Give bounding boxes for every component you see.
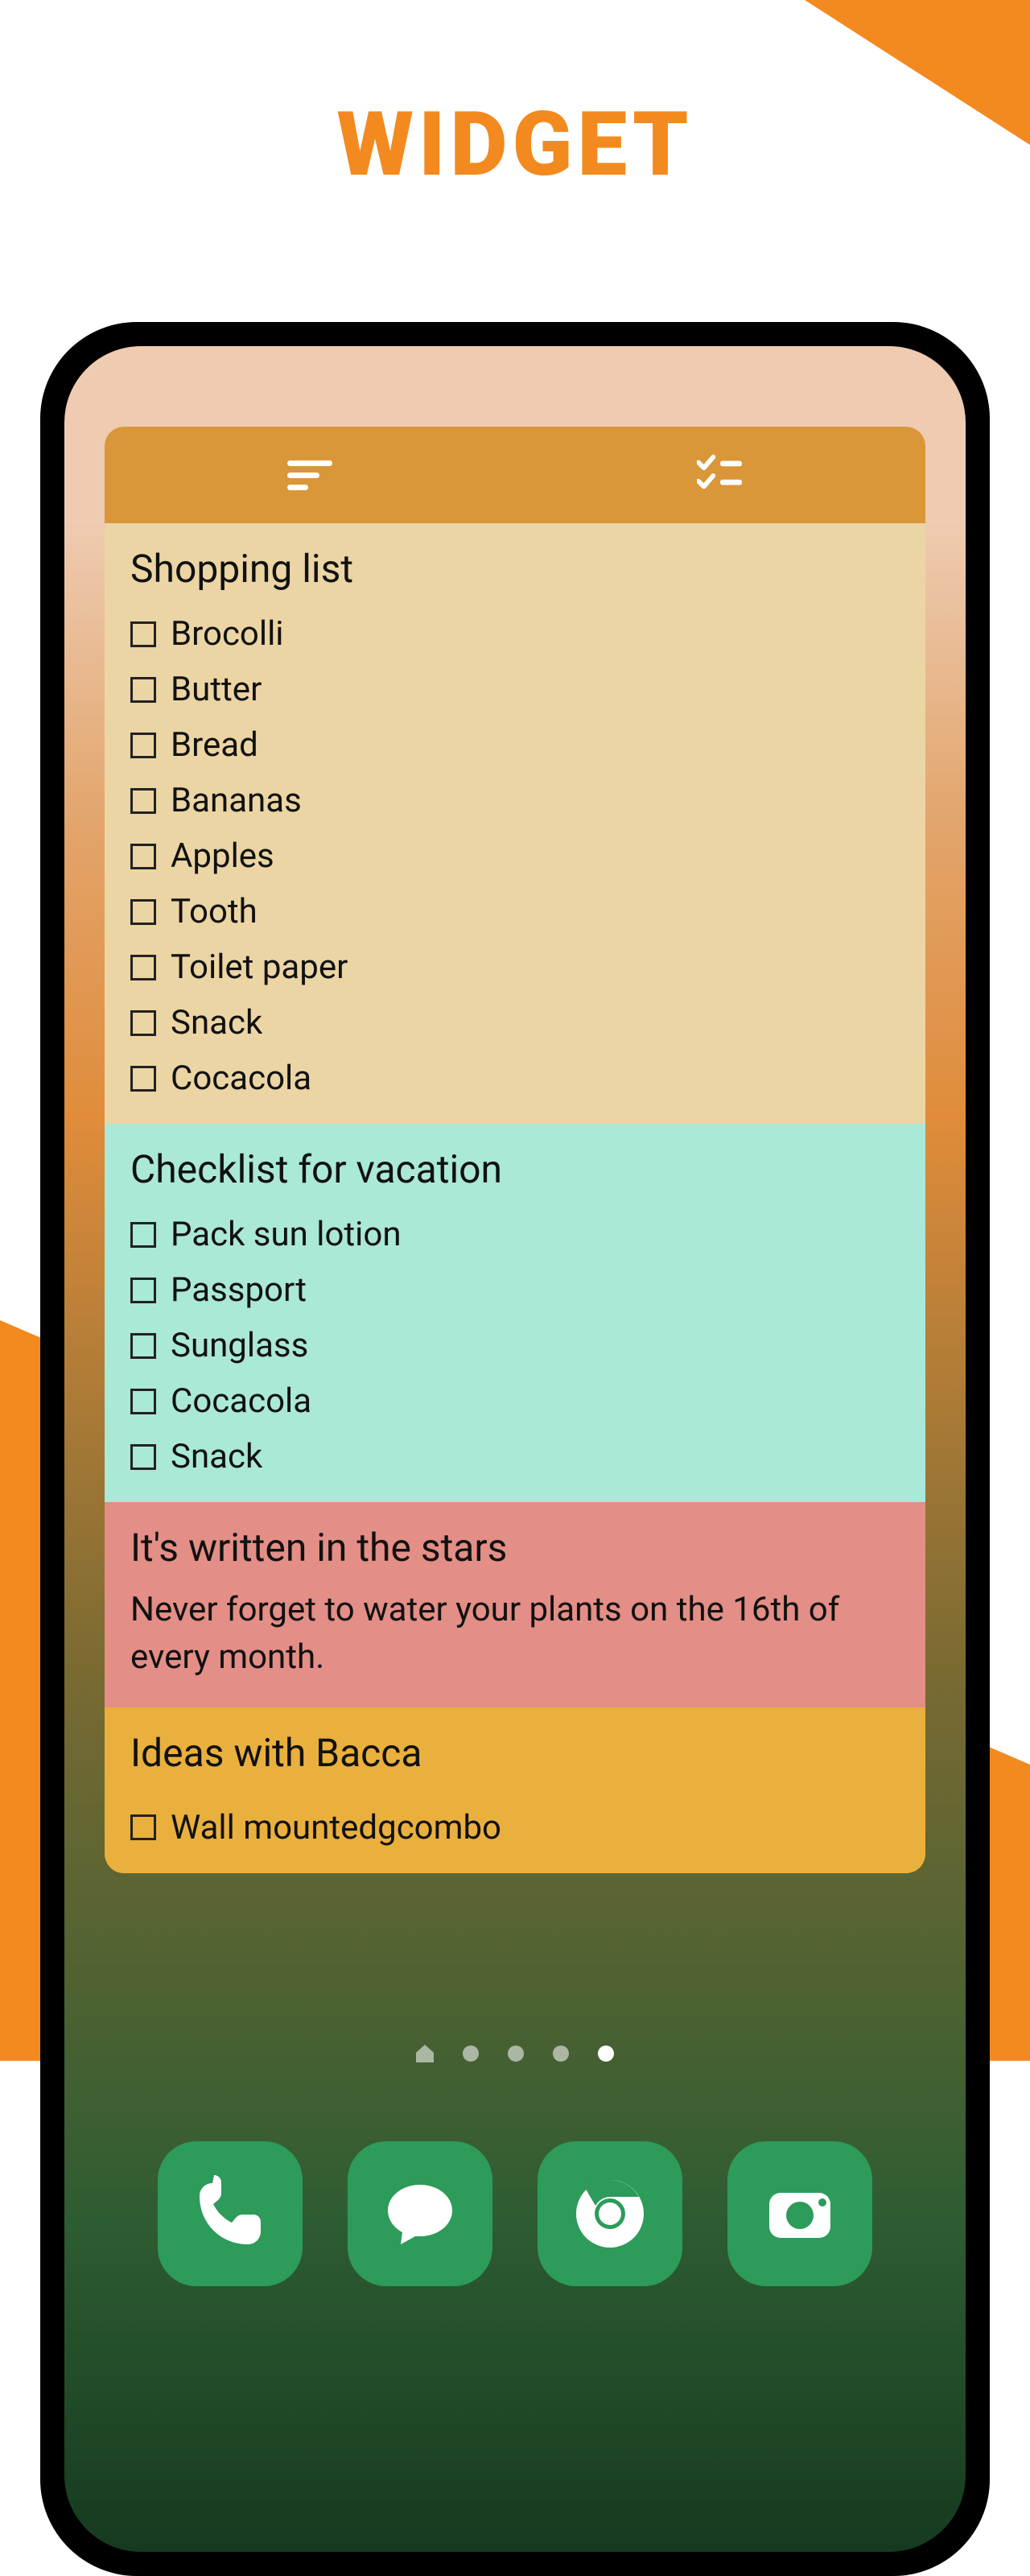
item-label: Sunglass [171,1326,308,1365]
checkbox-icon[interactable] [130,1333,156,1359]
item-label: Wall mountedgcombo [171,1808,501,1847]
check-item[interactable]: Apples [130,836,900,876]
home-page-indicator[interactable] [416,2045,614,2062]
chrome-icon [570,2174,650,2254]
notes-widget[interactable]: Shopping list Brocolli Butter Bread Bana… [105,427,925,1873]
item-label: Tooth [171,892,258,931]
checkbox-icon[interactable] [130,733,156,758]
item-label: Butter [171,670,262,709]
page-dot[interactable] [553,2046,569,2062]
note-title: It's written in the stars [130,1525,900,1571]
check-item[interactable]: Pack sun lotion [130,1215,900,1254]
checkbox-icon[interactable] [130,1278,156,1303]
check-item[interactable]: Toilet paper [130,947,900,987]
check-item[interactable]: Sunglass [130,1326,900,1365]
checkbox-icon[interactable] [130,1814,156,1840]
checkbox-icon[interactable] [130,955,156,980]
checkbox-icon[interactable] [130,1222,156,1248]
item-label: Cocacola [171,1059,311,1098]
checkbox-icon[interactable] [130,1066,156,1092]
note-title: Ideas with Bacca [130,1730,900,1776]
note-title: Checklist for vacation [130,1146,900,1192]
dock-app-messages[interactable] [348,2141,492,2286]
note-written-in-stars[interactable]: It's written in the stars Never forget t… [105,1502,925,1707]
dock-app-chrome[interactable] [538,2141,682,2286]
item-label: Bananas [171,781,302,820]
chat-bubble-icon [380,2174,460,2254]
item-label: Brocolli [171,614,284,654]
check-item[interactable]: Brocolli [130,614,900,654]
checkbox-icon[interactable] [130,844,156,869]
note-ideas-bacca[interactable]: Ideas with Bacca Wall mountedgcombo [105,1707,925,1873]
widget-tab-checklist[interactable] [515,454,925,496]
note-items: Wall mountedgcombo [130,1808,900,1847]
camera-icon [760,2174,840,2254]
note-title: Shopping list [130,546,900,592]
home-indicator-icon[interactable] [416,2045,434,2062]
page-dot[interactable] [463,2046,479,2062]
note-body: Never forget to water your plants on the… [130,1587,900,1682]
check-item[interactable]: Bananas [130,781,900,820]
widget-tab-notes[interactable] [105,460,515,490]
checkbox-icon[interactable] [130,899,156,925]
checklist-icon [697,454,744,496]
corner-accent-top [805,0,1030,145]
note-items: Pack sun lotion Passport Sunglass Cocaco… [130,1215,900,1476]
check-item[interactable]: Passport [130,1270,900,1310]
note-shopping-list[interactable]: Shopping list Brocolli Butter Bread Bana… [105,523,925,1124]
checkbox-icon[interactable] [130,621,156,647]
checkbox-icon[interactable] [130,677,156,703]
page-dot[interactable] [508,2046,524,2062]
item-label: Snack [171,1437,262,1476]
widget-header [105,427,925,523]
checkbox-icon[interactable] [130,1389,156,1414]
sort-lines-icon [287,460,332,490]
check-item[interactable]: Wall mountedgcombo [130,1808,900,1847]
dock-app-phone[interactable] [158,2141,303,2286]
item-label: Passport [171,1270,307,1310]
check-item[interactable]: Cocacola [130,1381,900,1421]
dock-app-camera[interactable] [727,2141,872,2286]
phone-screen: Shopping list Brocolli Butter Bread Bana… [64,346,966,2552]
phone-icon [190,2174,270,2254]
checkbox-icon[interactable] [130,1010,156,1036]
phone-frame: Shopping list Brocolli Butter Bread Bana… [40,322,990,2576]
item-label: Pack sun lotion [171,1215,402,1254]
check-item[interactable]: Snack [130,1437,900,1476]
check-item[interactable]: Cocacola [130,1059,900,1098]
check-item[interactable]: Bread [130,725,900,765]
check-item[interactable]: Tooth [130,892,900,931]
item-label: Cocacola [171,1381,311,1421]
item-label: Toilet paper [171,947,348,987]
page-title: WIDGET [336,93,693,196]
check-item[interactable]: Snack [130,1003,900,1042]
checkbox-icon[interactable] [130,788,156,814]
item-label: Apples [171,836,274,876]
item-label: Snack [171,1003,262,1042]
note-vacation-checklist[interactable]: Checklist for vacation Pack sun lotion P… [105,1124,925,1502]
check-item[interactable]: Butter [130,670,900,709]
note-items: Brocolli Butter Bread Bananas Apples Too… [130,614,900,1098]
checkbox-icon[interactable] [130,1444,156,1470]
dock [64,2141,966,2286]
item-label: Bread [171,725,258,765]
page-dot[interactable] [598,2046,614,2062]
